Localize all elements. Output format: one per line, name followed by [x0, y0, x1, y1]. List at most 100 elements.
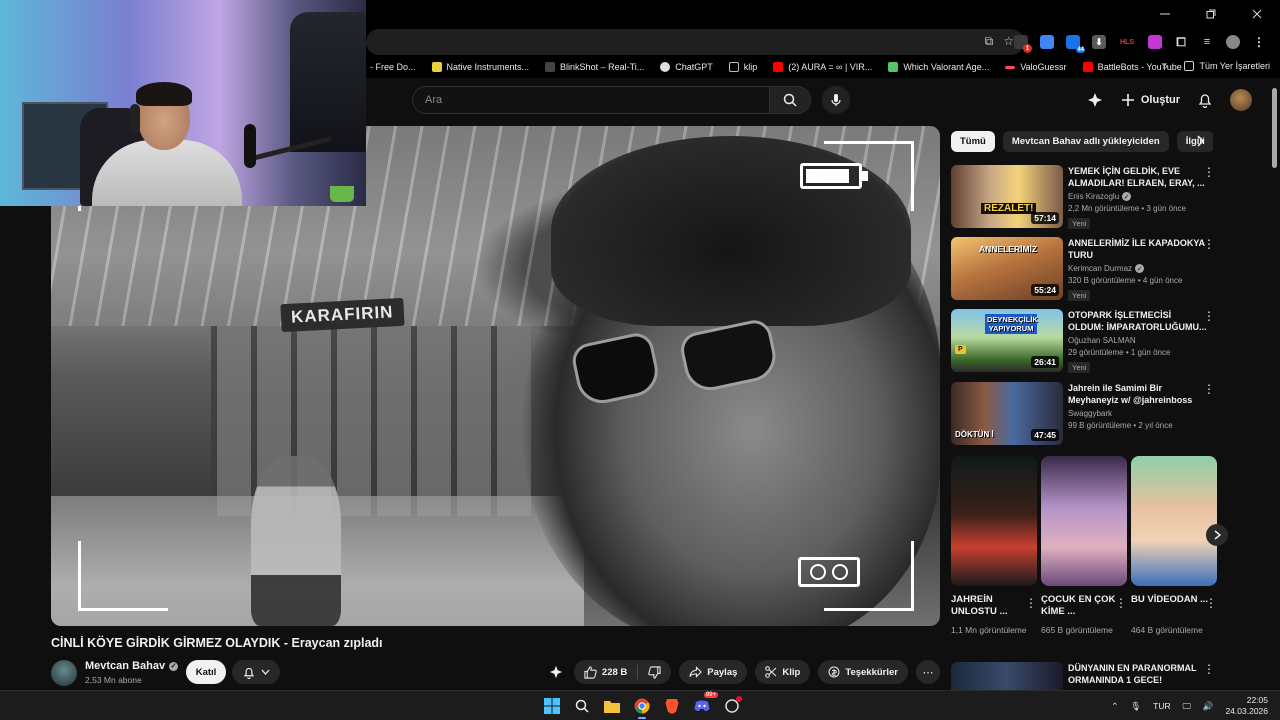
minimize-button[interactable]	[1142, 0, 1188, 28]
video-thumbnail[interactable]: ANNELERİMİZ 55:24	[951, 237, 1063, 300]
chip-from-uploader[interactable]: Mevtcan Bahav adlı yükleyiciden	[1002, 131, 1169, 152]
sparkle-icon[interactable]	[1087, 92, 1103, 108]
more-icon[interactable]: ⋮	[1252, 35, 1266, 49]
extension-icon[interactable]: HLS	[1118, 35, 1136, 49]
share-button[interactable]: Paylaş	[679, 660, 748, 684]
thumbnail-caption: REZALET!	[981, 203, 1037, 214]
more-icon[interactable]: ⋮	[1203, 382, 1215, 396]
recommendation-item[interactable]: DÜNYANIN EN PARANORMAL ORMANINDA 1 GECE!…	[951, 662, 1231, 692]
bookmark-item[interactable]: (2) AURA = ∞ | VIR...	[765, 62, 880, 72]
short-title[interactable]: BU VİDEODAN ...	[1131, 594, 1211, 606]
recommendation-item[interactable]: ANNELERİMİZ 55:24 ANNELERİMİZ İLE KAPADO…	[951, 237, 1231, 305]
channel-name[interactable]: Mevtcan Bahav ✓	[85, 660, 179, 672]
shorts-next-button[interactable]	[1206, 524, 1228, 546]
bookmark-item[interactable]: Native Instruments...	[424, 62, 538, 72]
start-button[interactable]	[540, 694, 564, 718]
recommendation-meta: 320 B görüntüleme • 4 gün önce	[1068, 276, 1183, 285]
brave-button[interactable]	[660, 694, 684, 718]
channel-name-label: Mevtcan Bahav	[85, 660, 166, 672]
chip-related[interactable]: İlgili	[1176, 131, 1213, 152]
bookmark-label: klip	[743, 62, 758, 72]
clock[interactable]: 22:05 24.03.2026	[1225, 695, 1268, 717]
more-icon[interactable]: ⋮	[1205, 596, 1217, 610]
recommendation-item[interactable]: REZALET! 57:14 YEMEK İÇİN GELDİK, EVE AL…	[951, 165, 1231, 233]
close-window-button[interactable]	[1234, 0, 1280, 28]
video-thumbnail[interactable]: DÖKTÜN İ 47:45	[951, 382, 1063, 445]
bookmarks-overflow-button[interactable]: »	[1162, 61, 1168, 72]
recommendation-item[interactable]: DEYNEKÇİLİK YAPIYORUM P 26:41 OTOPARK İŞ…	[951, 309, 1231, 377]
channel-label: Enis Kirazoglu	[1068, 192, 1120, 201]
short-title[interactable]: JAHREİN UNLOSTU ...	[951, 594, 1031, 618]
short-thumbnail[interactable]	[1041, 456, 1127, 586]
extensions-bar: 1 44 ⬇ HLS ⧠ ≡ ⋮	[1014, 28, 1266, 56]
join-button[interactable]: Katıl	[186, 660, 226, 684]
more-icon[interactable]: ⋮	[1203, 309, 1215, 323]
thanks-button[interactable]: Teşekkürler	[818, 660, 908, 684]
search-input[interactable]	[413, 87, 769, 113]
bookmark-item[interactable]: BattleBots - YouTube	[1075, 62, 1190, 72]
restore-button[interactable]	[1188, 0, 1234, 28]
language-indicator[interactable]: TUR	[1153, 701, 1170, 711]
more-icon[interactable]: ⋮	[1115, 596, 1127, 610]
more-icon[interactable]: ⋮	[1203, 165, 1215, 179]
search-button[interactable]	[769, 86, 811, 114]
more-icon[interactable]: ⋮	[1025, 596, 1037, 610]
bookmark-star-icon[interactable]: ☆	[1003, 34, 1014, 49]
bookmark-item[interactable]: BlinkShot – Real-Ti...	[537, 62, 652, 72]
all-bookmarks-button[interactable]: Tüm Yer İşaretleri	[1184, 61, 1270, 71]
bookmark-item[interactable]: Which Valorant Age...	[880, 62, 997, 72]
sparkle-button[interactable]	[546, 660, 566, 684]
short-title[interactable]: ÇOCUK EN ÇOK KİME ...	[1041, 594, 1121, 618]
mic-icon[interactable]: 🎙	[1130, 701, 1141, 712]
file-explorer-button[interactable]	[600, 694, 624, 718]
taskbar-search-button[interactable]	[570, 694, 594, 718]
network-icon[interactable]: 🖵	[1183, 701, 1191, 712]
recommendation-item[interactable]: DÖKTÜN İ 47:45 Jahrein ile Samimi Bir Me…	[951, 382, 1231, 450]
download-icon[interactable]: ⬇	[1092, 35, 1106, 49]
video-thumbnail[interactable]: REZALET! 57:14	[951, 165, 1063, 228]
like-button[interactable]: 228 B	[574, 660, 637, 684]
video-thumbnail[interactable]: DEYNEKÇİLİK YAPIYORUM P 26:41	[951, 309, 1063, 372]
chips-next-button[interactable]	[1196, 134, 1205, 152]
bell-icon[interactable]	[1198, 92, 1212, 108]
page-scrollbar[interactable]	[1270, 80, 1280, 690]
folder-icon	[604, 701, 620, 713]
bookmark-item[interactable]: klip	[721, 62, 766, 72]
chrome-button[interactable]	[630, 694, 654, 719]
discord-button[interactable]: 99+	[690, 692, 718, 718]
subscriber-count: 2,53 Mn abone	[85, 675, 142, 685]
address-bar[interactable]: ⧉ ☆	[366, 29, 1024, 55]
puzzle-icon[interactable]: ⧠	[1174, 35, 1188, 49]
tray-overflow-icon[interactable]: ⌃	[1111, 701, 1118, 712]
install-app-icon[interactable]: ⧉	[985, 34, 994, 49]
reading-list-icon[interactable]: ≡	[1200, 35, 1214, 49]
scrollbar-thumb[interactable]	[1272, 88, 1277, 168]
dislike-button[interactable]	[638, 660, 671, 684]
voice-search-button[interactable]	[822, 86, 850, 114]
create-label: Oluştur	[1140, 94, 1180, 106]
bookmark-item[interactable]: - Free Do...	[362, 62, 424, 72]
clip-button[interactable]: Klip	[755, 660, 811, 684]
chip-all[interactable]: Tümü	[951, 131, 995, 152]
profile-icon[interactable]	[1226, 35, 1240, 49]
bookmark-item[interactable]: ChatGPT	[652, 62, 721, 72]
app-button[interactable]	[720, 694, 744, 718]
account-avatar[interactable]	[1230, 89, 1252, 111]
notification-button[interactable]	[232, 660, 280, 684]
more-icon[interactable]: ⋮	[1203, 662, 1215, 676]
bookmark-label: ChatGPT	[675, 62, 713, 72]
extension-icon[interactable]: 44	[1066, 35, 1085, 53]
short-thumbnail[interactable]	[1131, 456, 1217, 586]
bookmark-item[interactable]: ValoGuessr	[997, 62, 1074, 72]
channel-avatar[interactable]	[51, 660, 77, 686]
extension-icon[interactable]: 1	[1014, 35, 1032, 53]
more-icon[interactable]: ⋮	[1203, 237, 1215, 251]
more-actions-button[interactable]: ⋯	[916, 660, 940, 684]
recommendation-channel: Swaggybark	[1068, 409, 1208, 418]
extension-icon[interactable]	[1148, 35, 1162, 49]
short-thumbnail[interactable]	[951, 456, 1037, 586]
create-button[interactable]: Oluştur	[1121, 86, 1180, 114]
video-thumbnail[interactable]	[951, 662, 1063, 690]
volume-icon[interactable]: 🔊	[1203, 701, 1214, 712]
translate-icon[interactable]	[1040, 35, 1054, 49]
